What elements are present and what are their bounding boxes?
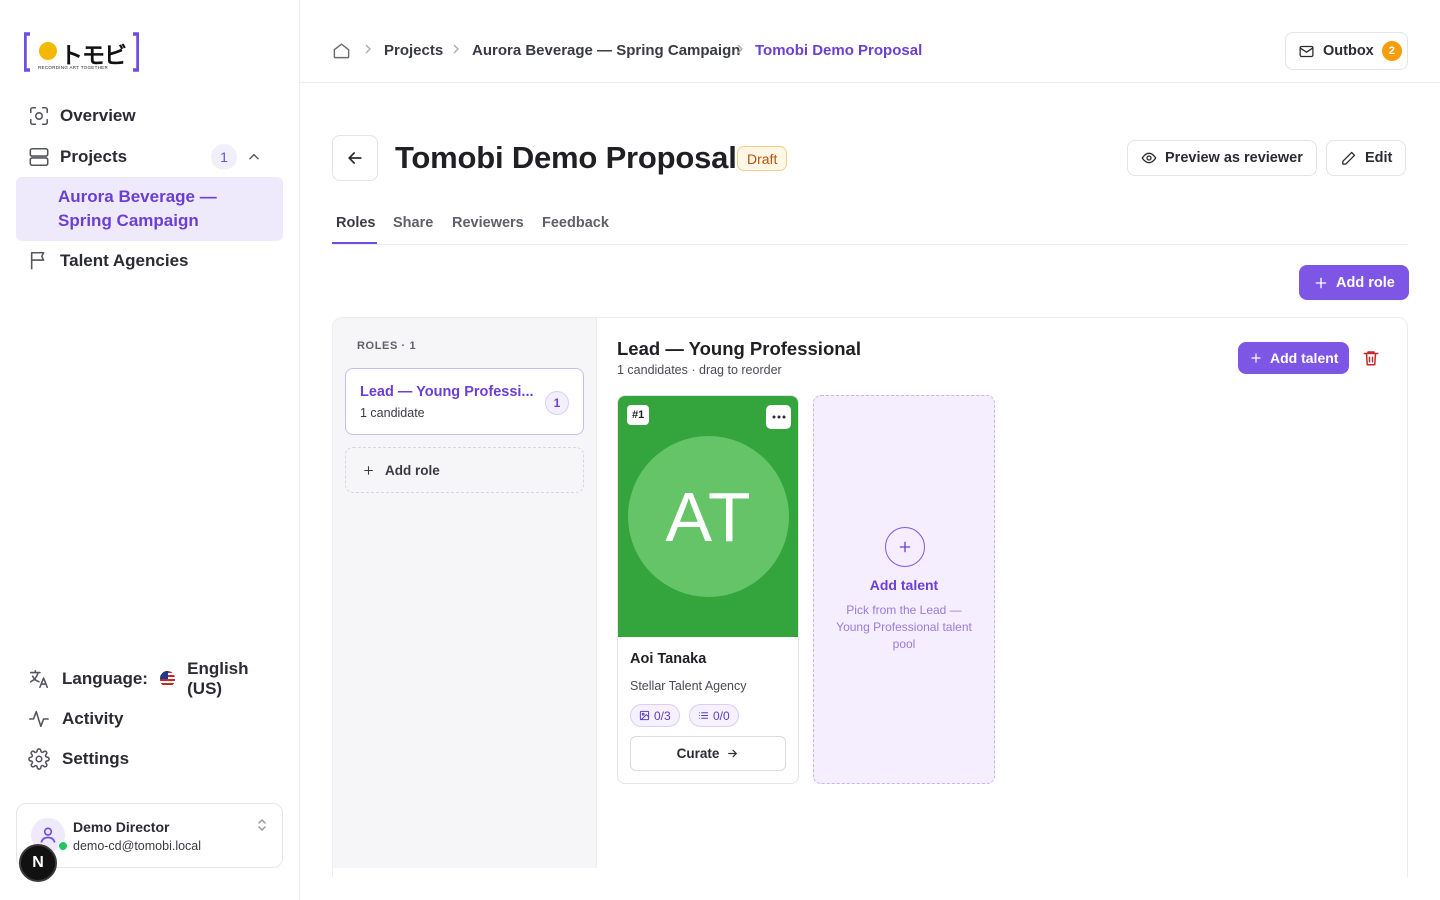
- talent-name: Aoi Tanaka: [630, 651, 707, 667]
- talent-initials-avatar: AT: [628, 436, 789, 597]
- language-value: English (US): [187, 659, 249, 698]
- plus-icon: [1313, 275, 1329, 291]
- talent-photo: AT #1: [618, 396, 798, 637]
- us-flag-icon: [159, 671, 176, 687]
- arrow-right-icon: [726, 747, 739, 760]
- rank-badge: #1: [627, 405, 650, 425]
- sidebar-item-settings[interactable]: Settings: [16, 741, 283, 777]
- trash-icon[interactable]: [1362, 349, 1380, 367]
- back-button[interactable]: [332, 135, 378, 181]
- button-label: Preview as reviewer: [1165, 150, 1303, 166]
- sidebar-item-label: Overview: [60, 106, 136, 125]
- button-label: Add talent: [1270, 350, 1339, 366]
- button-label: Add role: [1336, 274, 1395, 291]
- dev-tools-badge[interactable]: N: [19, 844, 57, 882]
- home-icon[interactable]: [332, 41, 351, 60]
- user-name: Demo Director: [73, 819, 170, 835]
- talent-agency: Stellar Talent Agency: [630, 679, 747, 693]
- list-count: 0/0: [713, 708, 730, 723]
- status-badge: Draft: [737, 146, 788, 171]
- role-card-lead[interactable]: Lead — Young Professi... 1 candidate 1: [345, 368, 584, 435]
- role-name: Lead — Young Professi...: [360, 384, 534, 400]
- plus-circle-icon: [885, 527, 925, 567]
- sidebar-item-label: Settings: [62, 749, 130, 768]
- eye-icon: [1141, 150, 1157, 166]
- outbox-button[interactable]: Outbox 2: [1285, 32, 1408, 70]
- sidebar-item-label: Talent Agencies: [60, 251, 189, 270]
- breadcrumb-projects[interactable]: Projects: [384, 42, 443, 59]
- chevrons-up-down-icon: [256, 817, 268, 833]
- server-icon: [28, 146, 50, 168]
- sidebar-item-label: Projects: [60, 147, 128, 166]
- photos-count-chip: 0/3: [630, 704, 680, 727]
- plus-icon: [1249, 351, 1263, 365]
- sidebar-item-label: Activity: [62, 709, 124, 728]
- pencil-icon: [1340, 150, 1357, 167]
- sidebar-item-label: Aurora Beverage — Spring Campaign: [58, 187, 217, 230]
- translate-icon: [28, 668, 50, 690]
- add-role-inline-button[interactable]: Add role: [345, 447, 584, 493]
- role-subtitle: 1 candidates · drag to reorder: [617, 363, 782, 377]
- sidebar-item-talent-agencies[interactable]: Talent Agencies: [16, 243, 283, 279]
- add-talent-button[interactable]: Add talent: [1238, 342, 1350, 374]
- sidebar-item-aurora-campaign[interactable]: Aurora Beverage — Spring Campaign: [16, 177, 283, 241]
- tab-share[interactable]: Share: [393, 215, 433, 231]
- sidebar-item-overview[interactable]: Overview: [16, 98, 283, 134]
- tomobi-logo[interactable]: トモビ RECORDING ART TOGETHER: [24, 32, 139, 72]
- projects-count-badge: 1: [211, 144, 237, 170]
- photos-count: 0/3: [654, 708, 671, 723]
- sidebar-item-activity[interactable]: Activity: [16, 701, 283, 737]
- tab-reviewers[interactable]: Reviewers: [452, 215, 524, 231]
- add-talent-description: Pick from the Lead — Young Professional …: [836, 603, 972, 651]
- user-email: demo-cd@tomobi.local: [73, 839, 202, 853]
- outbox-label: Outbox: [1323, 43, 1374, 59]
- talent-card[interactable]: AT #1 Aoi Tanaka Stellar Talent Agency 0…: [617, 395, 799, 784]
- tab-bar: Roles Share Reviewers Feedback: [332, 212, 1408, 245]
- sidebar: トモビ RECORDING ART TOGETHER Overview Proj…: [0, 0, 300, 900]
- role-title: Lead — Young Professional: [617, 338, 861, 359]
- add-talent-card[interactable]: Add talent Pick from the Lead — Young Pr…: [813, 395, 995, 784]
- chevron-up-icon[interactable]: [247, 150, 261, 164]
- arrow-left-icon: [345, 148, 365, 168]
- active-tab-indicator: [332, 242, 377, 244]
- button-label: Add role: [385, 462, 440, 478]
- chevron-right-icon: [451, 43, 461, 55]
- scan-icon: [28, 105, 50, 127]
- chevron-right-icon: [735, 43, 745, 55]
- mail-icon: [1298, 43, 1315, 60]
- page-title: Tomobi Demo Proposal: [395, 140, 737, 175]
- online-status-dot: [58, 841, 68, 851]
- role-count-badge: 1: [545, 391, 569, 415]
- chevron-right-icon: [363, 43, 373, 55]
- curate-button[interactable]: Curate: [630, 736, 786, 771]
- button-label: Curate: [676, 746, 720, 761]
- edit-button[interactable]: Edit: [1326, 140, 1407, 176]
- ellipsis-icon: [772, 415, 786, 419]
- role-candidate-count: 1 candidate: [360, 406, 425, 420]
- gear-icon: [28, 748, 50, 770]
- language-selector[interactable]: Language: English (US): [16, 659, 283, 698]
- logo-tagline: RECORDING ART TOGETHER: [38, 65, 109, 70]
- list-count-chip: 0/0: [689, 704, 739, 727]
- add-talent-title: Add talent: [869, 577, 939, 593]
- breadcrumb-campaign[interactable]: Aurora Beverage — Spring Campaign: [472, 42, 740, 59]
- preview-as-reviewer-button[interactable]: Preview as reviewer: [1127, 140, 1317, 176]
- add-role-button[interactable]: Add role: [1299, 265, 1409, 300]
- more-options-button[interactable]: [766, 405, 791, 429]
- tab-roles[interactable]: Roles: [336, 215, 376, 231]
- activity-icon: [28, 708, 50, 730]
- sidebar-item-projects[interactable]: Projects 1: [16, 139, 283, 175]
- language-label: Language:: [62, 669, 148, 688]
- plus-icon: [362, 464, 375, 477]
- list-icon: [698, 710, 709, 721]
- roles-heading: ROLES · 1: [357, 340, 417, 352]
- outbox-count-badge: 2: [1381, 41, 1402, 61]
- breadcrumb-current: Tomobi Demo Proposal: [755, 42, 923, 59]
- image-icon: [639, 710, 650, 721]
- button-label: Edit: [1365, 150, 1393, 166]
- tab-feedback[interactable]: Feedback: [542, 215, 609, 231]
- flag-icon: [28, 250, 50, 272]
